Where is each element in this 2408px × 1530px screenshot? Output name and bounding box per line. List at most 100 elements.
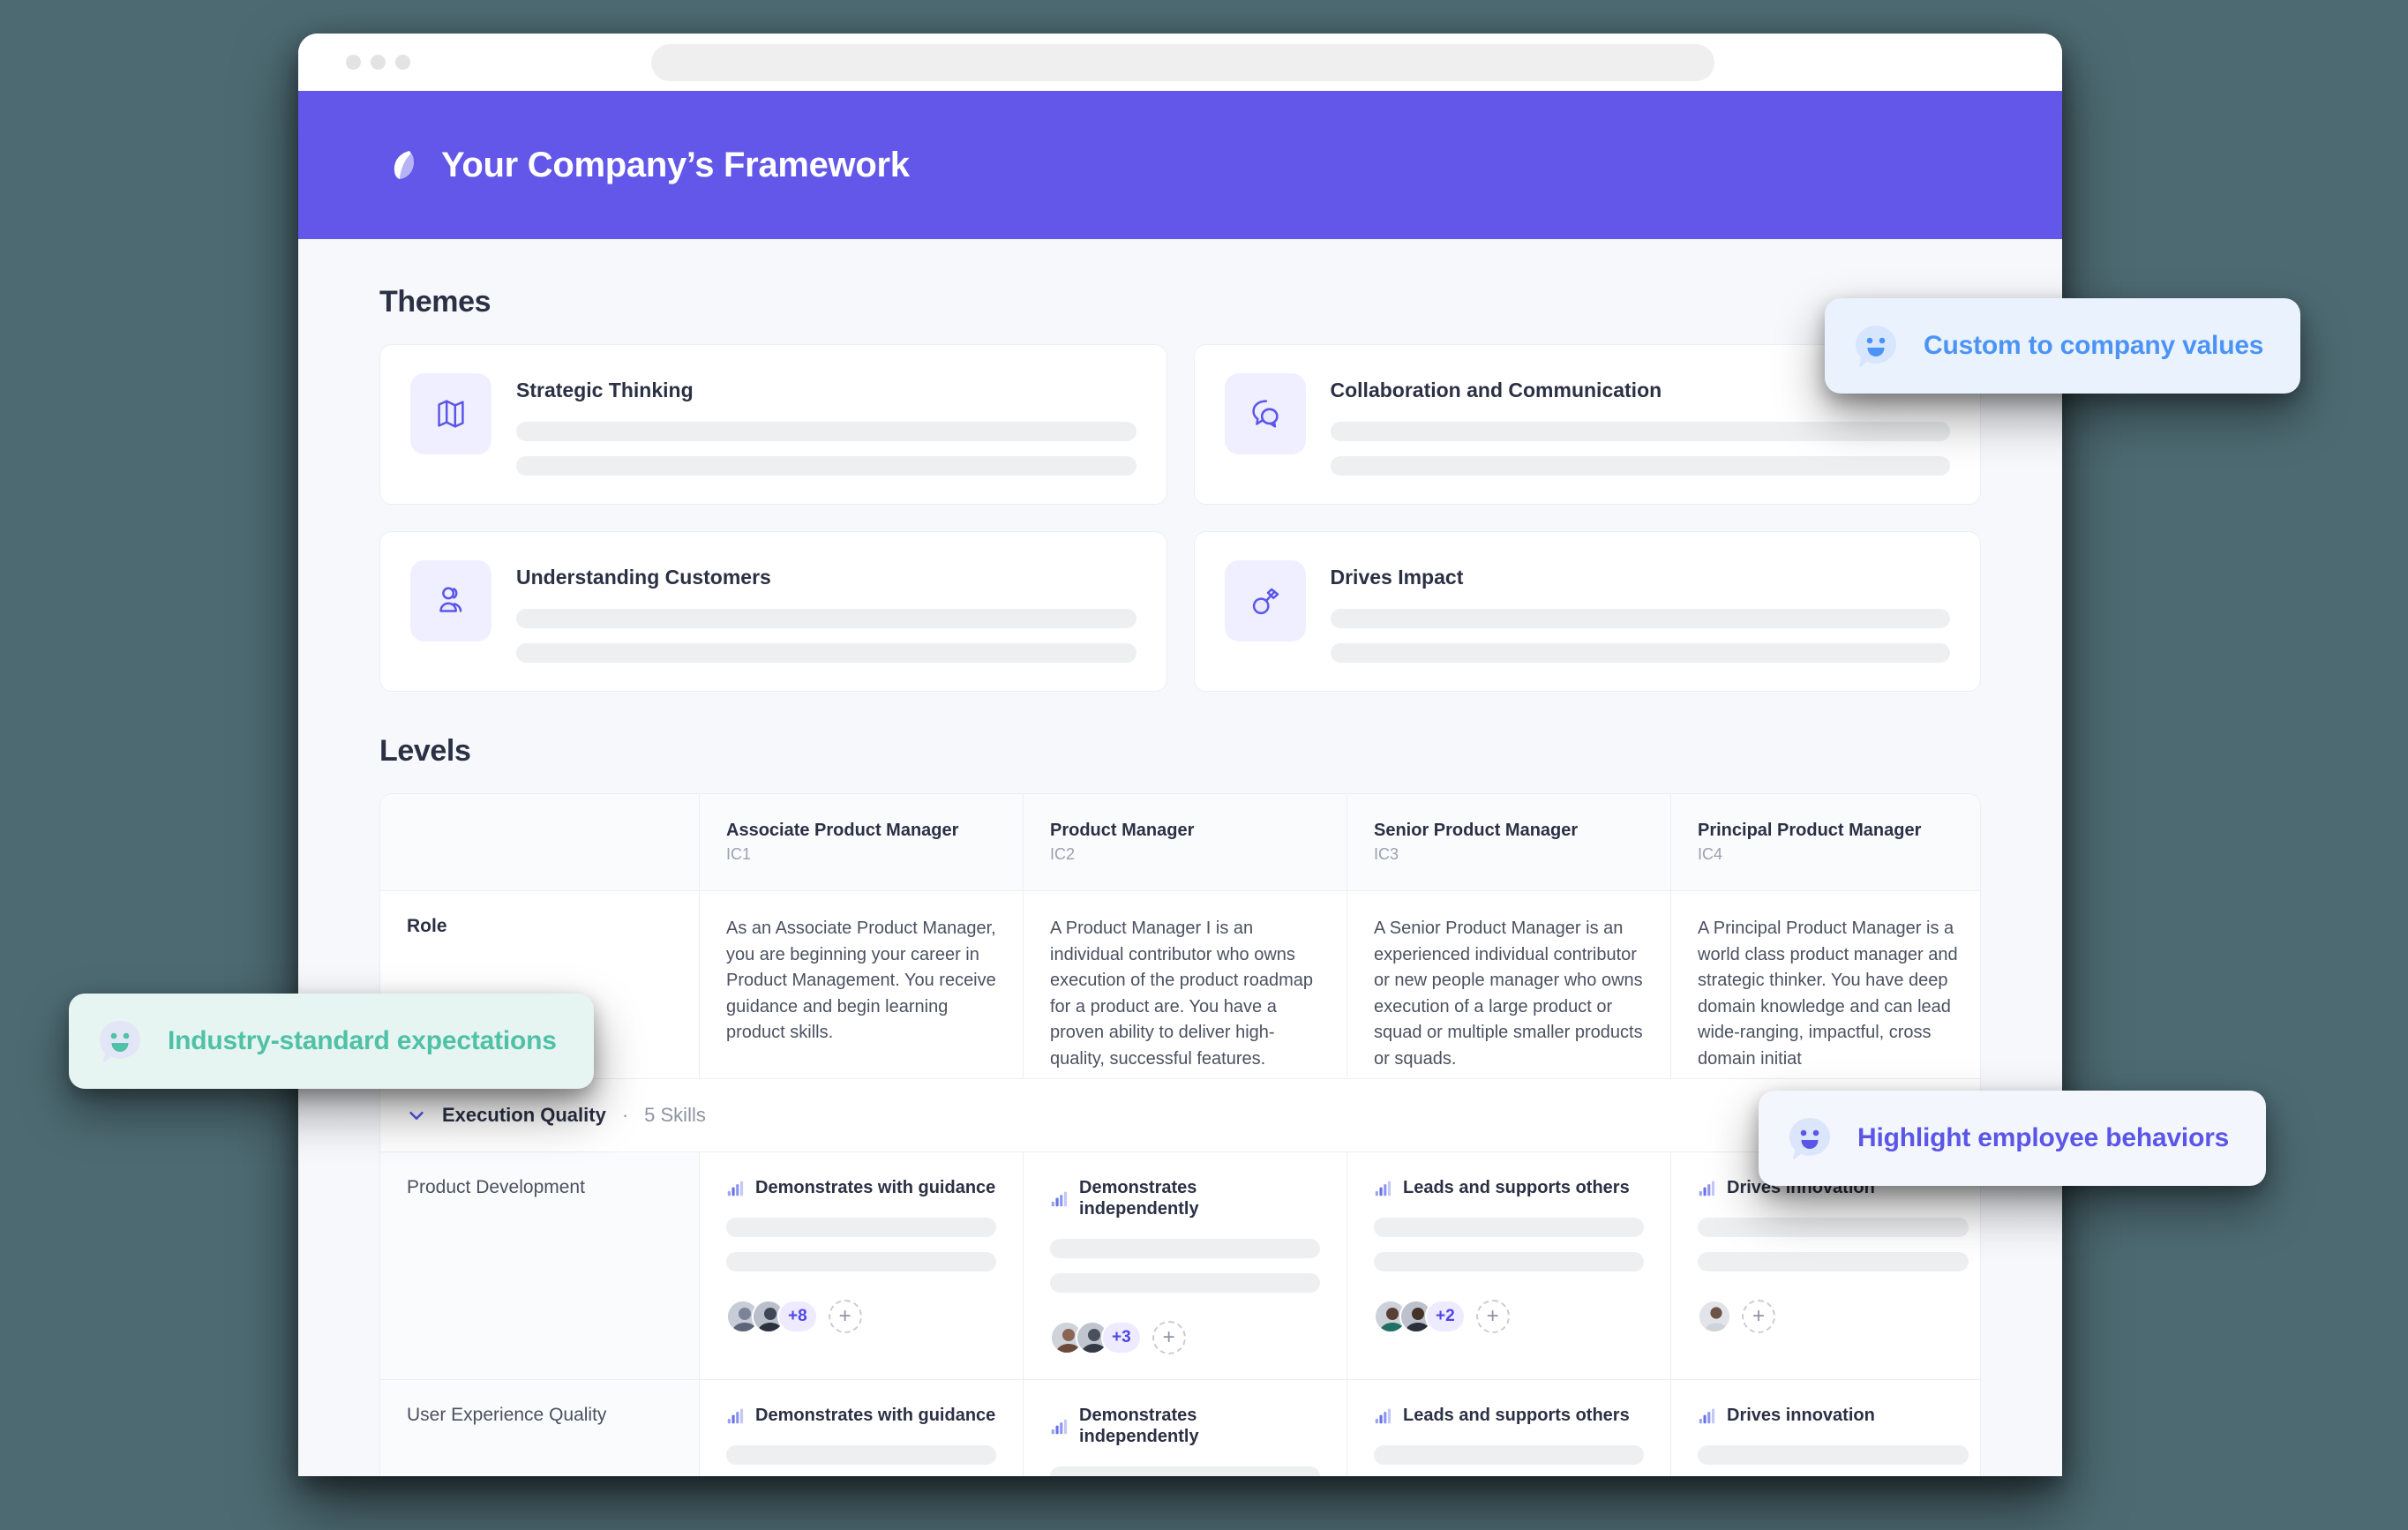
role-cell-ic1[interactable]: As an Associate Product Manager, you are… bbox=[700, 891, 1024, 1078]
role-cell-ic2[interactable]: A Product Manager I is an individual con… bbox=[1024, 891, 1347, 1078]
callout-label: Highlight employee behaviors bbox=[1857, 1123, 2230, 1152]
bar-chart-icon bbox=[726, 1406, 745, 1425]
bar-chart-icon bbox=[1698, 1179, 1716, 1197]
role-description: A Product Manager I is an individual con… bbox=[1050, 919, 1313, 1069]
skeleton-line bbox=[1050, 1466, 1320, 1476]
avatar[interactable] bbox=[1698, 1300, 1731, 1333]
callout-highlight-employee-behaviors: Highlight employee behaviors bbox=[1759, 1091, 2267, 1186]
skeleton-line bbox=[726, 1445, 996, 1465]
table-header-ic1[interactable]: Associate Product Manager IC1 bbox=[700, 794, 1024, 890]
skill-level-text: Drives innovation bbox=[1727, 1406, 1875, 1425]
skeleton-line bbox=[1050, 1273, 1320, 1293]
level-name: Product Manager bbox=[1050, 821, 1195, 840]
skill-level-text: Leads and supports others bbox=[1403, 1178, 1630, 1197]
table-header-ic2[interactable]: Product Manager IC2 bbox=[1024, 794, 1347, 890]
skill-level-text: Demonstrates independently bbox=[1079, 1406, 1199, 1446]
skill-label-cell: Product Development bbox=[380, 1152, 700, 1379]
skill-level-header: Drives innovation bbox=[1698, 1405, 1969, 1426]
skill-cell-ic1[interactable]: Demonstrates with guidance bbox=[700, 1152, 1024, 1379]
skill-cell-ic4[interactable]: Drives innovation + bbox=[1671, 1152, 1980, 1379]
row-label: Role bbox=[407, 916, 447, 936]
table-header-corner bbox=[380, 794, 700, 890]
map-icon bbox=[410, 373, 491, 454]
table-group-row-execution-quality[interactable]: Execution Quality · 5 Skills bbox=[380, 1079, 1980, 1152]
group-name: Execution Quality bbox=[442, 1104, 606, 1126]
medal-icon bbox=[1224, 560, 1306, 641]
skill-level-header: Leads and supports others bbox=[1374, 1405, 1644, 1426]
skill-cell-ic3[interactable]: Leads and supports others bbox=[1347, 1152, 1671, 1379]
bar-chart-icon bbox=[726, 1179, 745, 1197]
skill-level-header: Demonstrates independently bbox=[1050, 1405, 1320, 1447]
skeleton-line bbox=[1330, 422, 1950, 441]
skill-cell-ic2[interactable]: Demonstrates independently bbox=[1024, 1380, 1347, 1476]
traffic-lights bbox=[346, 55, 410, 70]
callout-label: Industry-standard expectations bbox=[168, 1026, 557, 1055]
skill-cell-ic3[interactable]: Leads and supports others bbox=[1347, 1380, 1671, 1476]
add-person-button[interactable]: + bbox=[1742, 1300, 1775, 1333]
theme-name: Understanding Customers bbox=[516, 566, 771, 589]
theme-card-drives-impact[interactable]: Drives Impact bbox=[1193, 531, 1981, 692]
skeleton-line bbox=[1330, 609, 1950, 628]
role-description: As an Associate Product Manager, you are… bbox=[726, 919, 996, 1043]
skeleton-line bbox=[516, 456, 1136, 476]
chevron-down-icon[interactable] bbox=[407, 1106, 426, 1125]
avatar-overflow-count[interactable]: +2 bbox=[1425, 1300, 1466, 1333]
group-row-cell: Execution Quality · 5 Skills bbox=[380, 1079, 1980, 1151]
skeleton-line bbox=[1698, 1252, 1969, 1271]
skeleton-line bbox=[1698, 1445, 1969, 1465]
skeleton-line bbox=[516, 422, 1136, 441]
callout-custom-to-company-values: Custom to company values bbox=[1825, 298, 2301, 394]
skill-label-cell: User Experience Quality bbox=[380, 1380, 700, 1476]
skeleton-line bbox=[1050, 1239, 1320, 1258]
role-cell-ic4[interactable]: A Principal Product Manager is a world c… bbox=[1671, 891, 1980, 1078]
group-header[interactable]: Execution Quality · 5 Skills bbox=[407, 1104, 1954, 1127]
add-person-button[interactable]: + bbox=[1151, 1321, 1186, 1354]
table-row-product-development: Product Development Demonstrates with gu… bbox=[380, 1152, 1980, 1380]
avatar-overflow-count[interactable]: +3 bbox=[1101, 1321, 1142, 1354]
skill-cell-ic2[interactable]: Demonstrates independently bbox=[1024, 1152, 1347, 1379]
address-bar[interactable] bbox=[651, 43, 1714, 81]
themes-grid: Strategic Thinking Collaboration and Com… bbox=[379, 344, 1981, 692]
level-code: IC2 bbox=[1050, 845, 1076, 863]
app-body: Themes Strategic Thinking Collaboration … bbox=[298, 239, 2062, 1476]
levels-table-wrap: Associate Product Manager IC1 Product Ma… bbox=[379, 793, 1981, 1476]
level-name: Associate Product Manager bbox=[726, 821, 959, 840]
skill-level-header: Leads and supports others bbox=[1374, 1177, 1644, 1198]
theme-name: Strategic Thinking bbox=[516, 379, 694, 401]
browser-window: Your Company’s Framework Themes Strategi… bbox=[298, 34, 2062, 1476]
theme-name: Drives Impact bbox=[1330, 566, 1464, 589]
level-code: IC1 bbox=[726, 845, 752, 863]
add-person-button[interactable]: + bbox=[1475, 1300, 1510, 1333]
skill-level-text: Demonstrates with guidance bbox=[755, 1178, 996, 1197]
skill-level-header: Demonstrates independently bbox=[1050, 1177, 1320, 1219]
role-description: A Principal Product Manager is a world c… bbox=[1698, 919, 1958, 1069]
level-name: Senior Product Manager bbox=[1374, 821, 1579, 840]
table-header-ic4[interactable]: Principal Product Manager IC4 bbox=[1671, 794, 1980, 890]
app-header: Your Company’s Framework bbox=[298, 91, 2062, 239]
levels-table: Associate Product Manager IC1 Product Ma… bbox=[379, 793, 1981, 1476]
table-header-ic3[interactable]: Senior Product Manager IC3 bbox=[1347, 794, 1671, 890]
skeleton-line bbox=[726, 1252, 996, 1271]
smiley-bubble-icon bbox=[1785, 1114, 1834, 1163]
screenshot-stage: Your Company’s Framework Themes Strategi… bbox=[0, 0, 2408, 1530]
role-cell-ic3[interactable]: A Senior Product Manager is an experienc… bbox=[1347, 891, 1671, 1078]
browser-chrome bbox=[298, 34, 2062, 91]
group-skill-count: 5 Skills bbox=[644, 1104, 706, 1126]
minimize-icon[interactable] bbox=[371, 55, 386, 70]
skill-name: Product Development bbox=[407, 1177, 585, 1197]
group-separator: · bbox=[621, 1104, 629, 1126]
avatar-group: + bbox=[1698, 1300, 1969, 1333]
add-person-button[interactable]: + bbox=[828, 1300, 862, 1333]
skill-cell-ic1[interactable]: Demonstrates with guidance bbox=[700, 1380, 1024, 1476]
level-name: Principal Product Manager bbox=[1698, 821, 1922, 840]
theme-card-understanding-customers[interactable]: Understanding Customers bbox=[379, 531, 1167, 692]
skill-cell-ic4[interactable]: Drives innovation bbox=[1671, 1380, 1980, 1476]
skeleton-line bbox=[516, 643, 1136, 663]
avatar-overflow-count[interactable]: +8 bbox=[777, 1300, 818, 1333]
close-icon[interactable] bbox=[346, 55, 361, 70]
themes-section-title: Themes bbox=[379, 285, 491, 319]
table-row-role: Role As an Associate Product Manager, yo… bbox=[380, 891, 1980, 1079]
theme-card-strategic-thinking[interactable]: Strategic Thinking bbox=[379, 344, 1167, 505]
bar-chart-icon bbox=[1374, 1179, 1392, 1197]
zoom-icon[interactable] bbox=[395, 55, 410, 70]
